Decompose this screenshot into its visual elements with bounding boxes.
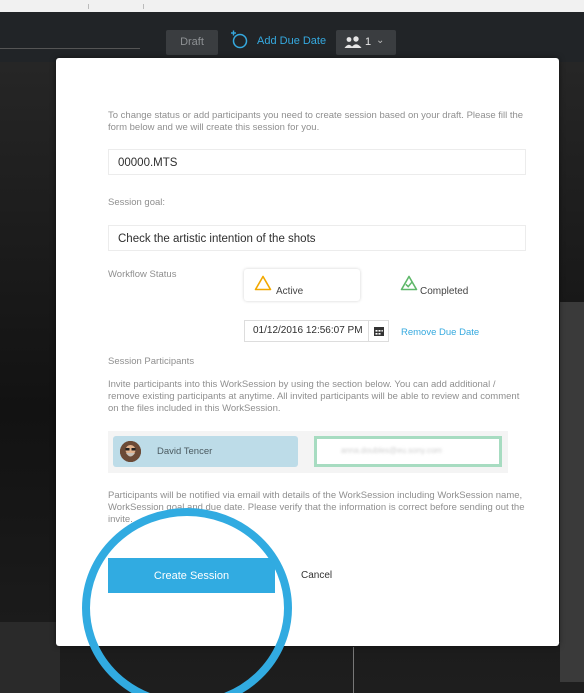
session-goal-label: Session goal: bbox=[108, 197, 166, 208]
status-completed-option[interactable]: Completed bbox=[390, 269, 506, 301]
status-active-label: Active bbox=[276, 286, 304, 297]
thumbnail-image bbox=[0, 622, 60, 693]
divider bbox=[353, 647, 354, 693]
participants-button[interactable]: 1 ⌄ bbox=[336, 30, 396, 55]
participant-name: David Tencer bbox=[157, 446, 213, 457]
participant-chip[interactable]: David Tencer bbox=[113, 436, 298, 467]
cancel-link[interactable]: Cancel bbox=[301, 570, 332, 581]
session-participants-label: Session Participants bbox=[108, 356, 195, 367]
thumbnail-image bbox=[560, 302, 584, 682]
people-icon bbox=[344, 36, 362, 48]
intro-text: To change status or add participants you… bbox=[108, 110, 524, 133]
due-date-input[interactable]: 01/12/2016 12:56:07 PM bbox=[244, 320, 369, 342]
notify-text: Participants will be notified via email … bbox=[108, 490, 525, 525]
completed-status-icon bbox=[400, 275, 418, 291]
email-input[interactable]: anna.doubles@eu.sony.com bbox=[314, 436, 502, 467]
participants-section: David Tencer anna.doubles@eu.sony.com bbox=[108, 431, 508, 473]
avatar-image bbox=[120, 441, 141, 462]
remove-due-date-link[interactable]: Remove Due Date bbox=[401, 327, 479, 338]
calendar-icon bbox=[374, 327, 384, 336]
active-status-icon bbox=[254, 275, 272, 291]
avatar bbox=[120, 441, 141, 462]
email-value: anna.doubles@eu.sony.com bbox=[341, 446, 442, 455]
create-session-modal: To change status or add participants you… bbox=[56, 58, 559, 646]
clock-plus-icon[interactable] bbox=[228, 29, 250, 51]
participants-count: 1 bbox=[365, 36, 372, 48]
invite-text: Invite participants into this WorkSessio… bbox=[108, 379, 520, 414]
divider bbox=[88, 4, 89, 9]
session-goal-input[interactable]: Check the artistic intention of the shot… bbox=[108, 225, 526, 251]
draft-button[interactable]: Draft bbox=[166, 30, 218, 55]
chevron-down-icon: ⌄ bbox=[376, 35, 385, 46]
divider bbox=[143, 4, 144, 9]
toolbar: Draft Add Due Date 1 ⌄ bbox=[0, 12, 584, 62]
workflow-status-label: Workflow Status bbox=[108, 269, 177, 280]
calendar-button[interactable] bbox=[369, 320, 389, 342]
create-session-button[interactable]: Create Session bbox=[108, 558, 275, 593]
divider bbox=[0, 48, 140, 49]
status-active-option[interactable]: Active bbox=[244, 269, 360, 301]
status-completed-label: Completed bbox=[420, 286, 469, 297]
add-due-date-link[interactable]: Add Due Date bbox=[257, 35, 326, 47]
session-name-input[interactable]: 00000.MTS bbox=[108, 149, 526, 175]
